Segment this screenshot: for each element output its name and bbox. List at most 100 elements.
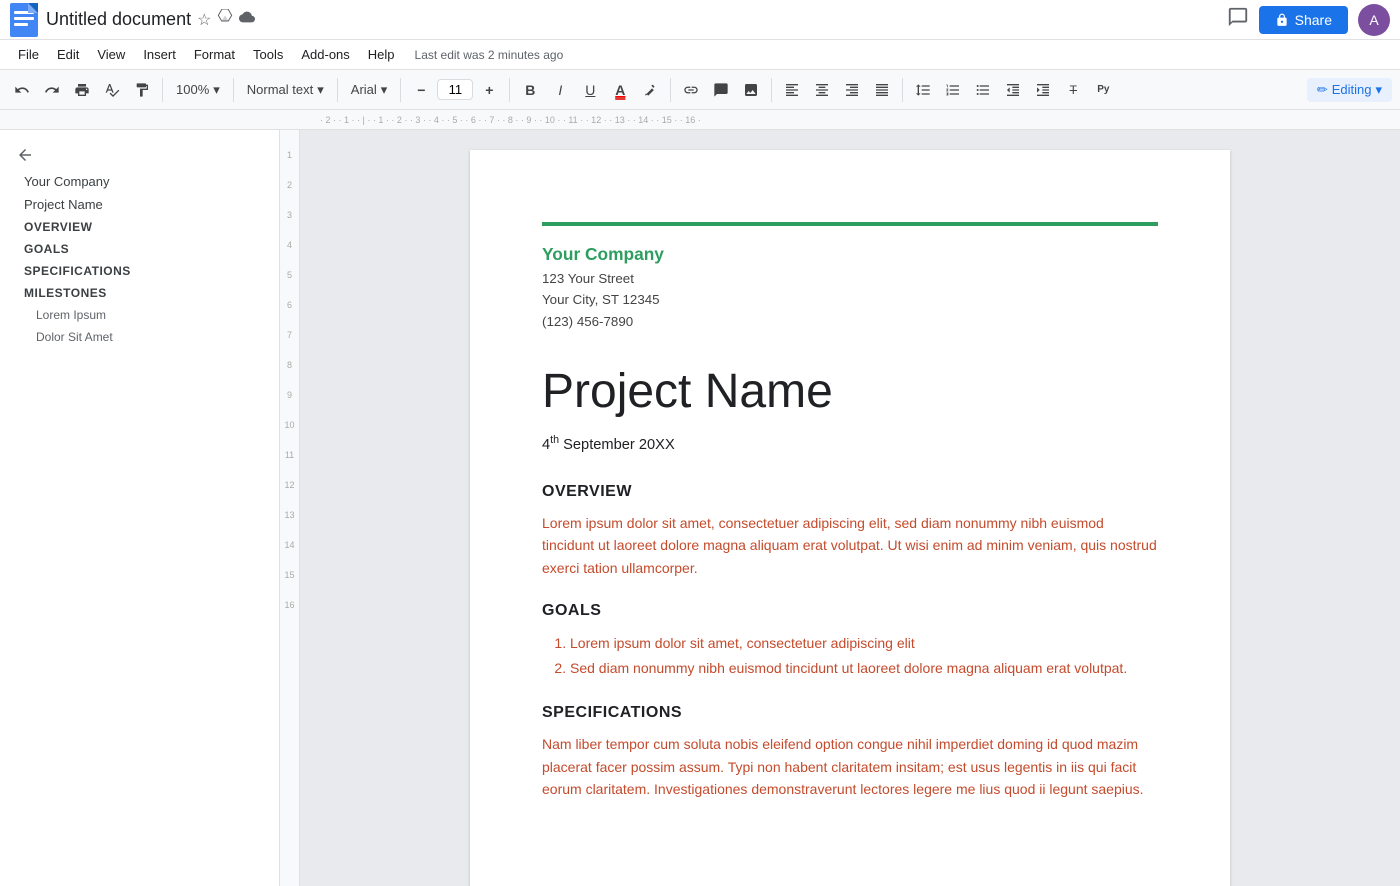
vertical-ruler: 1 2 3 4 5 6 7 8 9 10 11 12 13 14 15 16 <box>280 130 300 886</box>
spell-check-button[interactable] <box>98 76 126 104</box>
bold-button[interactable]: B <box>516 76 544 104</box>
menu-tools[interactable]: Tools <box>245 43 291 66</box>
menu-file[interactable]: File <box>10 43 47 66</box>
text-color-button[interactable]: A <box>606 76 634 104</box>
menu-bar: File Edit View Insert Format Tools Add-o… <box>0 40 1400 70</box>
menu-help[interactable]: Help <box>360 43 403 66</box>
title-bar: Untitled document ☆ Share A <box>0 0 1400 40</box>
ruler: · 2 · · 1 · · | · · 1 · · 2 · · 3 · · 4 … <box>0 110 1400 130</box>
sidebar-item-overview[interactable]: OVERVIEW <box>0 216 279 238</box>
sidebar-back-button[interactable] <box>0 140 279 170</box>
document-area[interactable]: Your Company 123 Your Street Your City, … <box>300 130 1400 886</box>
project-title: Project Name <box>542 356 1158 428</box>
menu-format[interactable]: Format <box>186 43 243 66</box>
align-center-button[interactable] <box>808 76 836 104</box>
sidebar: Your Company Project Name OVERVIEW GOALS… <box>0 130 280 886</box>
specifications-heading: SPECIFICATIONS <box>542 701 1158 725</box>
paint-format-button[interactable] <box>128 76 156 104</box>
sidebar-item-dolor-sit-amet[interactable]: Dolor Sit Amet <box>0 326 279 348</box>
overview-text: Lorem ipsum dolor sit amet, consectetuer… <box>542 512 1158 579</box>
share-label: Share <box>1295 12 1332 28</box>
insert-comment-button[interactable] <box>707 76 735 104</box>
share-button[interactable]: Share <box>1259 6 1348 34</box>
goals-heading: GOALS <box>542 599 1158 623</box>
clear-format-button[interactable]: T <box>1059 76 1087 104</box>
company-header: Your Company 123 Your Street Your City, … <box>542 242 1158 332</box>
font-value: Arial <box>351 82 377 97</box>
toolbar: 100% ▾ Normal text ▾ Arial ▾ − + B I U A <box>0 70 1400 110</box>
numbered-list-button[interactable] <box>939 76 967 104</box>
line-spacing-button[interactable] <box>909 76 937 104</box>
decrease-indent-button[interactable] <box>999 76 1027 104</box>
font-size-input[interactable] <box>437 79 473 100</box>
zoom-dropdown[interactable]: 100% ▾ <box>169 79 227 101</box>
italic-button[interactable]: I <box>546 76 574 104</box>
increase-indent-button[interactable] <box>1029 76 1057 104</box>
sidebar-item-company[interactable]: Your Company <box>0 170 279 193</box>
sidebar-item-project[interactable]: Project Name <box>0 193 279 216</box>
document-page[interactable]: Your Company 123 Your Street Your City, … <box>470 150 1230 886</box>
insert-image-button[interactable] <box>737 76 765 104</box>
editing-label: Editing <box>1332 82 1372 97</box>
company-name: Your Company <box>542 242 1158 268</box>
lock-icon <box>1275 13 1289 27</box>
toolbar-separator-7 <box>771 78 772 102</box>
toolbar-separator-1 <box>162 78 163 102</box>
sidebar-item-milestones[interactable]: MILESTONES <box>0 282 279 304</box>
project-date: 4th September 20XX <box>542 432 1158 456</box>
goals-item-1: Lorem ipsum dolor sit amet, consectetuer… <box>570 631 1158 656</box>
python-button[interactable]: Py <box>1089 76 1117 104</box>
font-size-minus-button[interactable]: − <box>407 76 435 104</box>
redo-button[interactable] <box>38 76 66 104</box>
print-button[interactable] <box>68 76 96 104</box>
bulleted-list-button[interactable] <box>969 76 997 104</box>
align-right-button[interactable] <box>838 76 866 104</box>
chevron-down-icon-2: ▾ <box>317 82 324 98</box>
user-avatar[interactable]: A <box>1358 4 1390 36</box>
underline-button[interactable]: U <box>576 76 604 104</box>
menu-addons[interactable]: Add-ons <box>293 43 357 66</box>
chevron-down-icon-3: ▾ <box>381 82 388 98</box>
sidebar-item-goals[interactable]: GOALS <box>0 238 279 260</box>
header-green-line <box>542 222 1158 226</box>
company-city: Your City, ST 12345 <box>542 289 1158 310</box>
company-phone: (123) 456-7890 <box>542 311 1158 332</box>
star-icon[interactable]: ☆ <box>197 10 211 30</box>
insert-link-button[interactable] <box>677 76 705 104</box>
menu-edit[interactable]: Edit <box>49 43 87 66</box>
company-street: 123 Your Street <box>542 268 1158 289</box>
menu-insert[interactable]: Insert <box>135 43 184 66</box>
document-title[interactable]: Untitled document <box>46 9 191 30</box>
overview-heading: OVERVIEW <box>542 480 1158 504</box>
chat-icon[interactable] <box>1227 6 1249 34</box>
zoom-value: 100% <box>176 82 209 97</box>
align-left-button[interactable] <box>778 76 806 104</box>
specifications-text: Nam liber tempor cum soluta nobis eleife… <box>542 733 1158 800</box>
toolbar-separator-8 <box>902 78 903 102</box>
main-layout: Your Company Project Name OVERVIEW GOALS… <box>0 130 1400 886</box>
chevron-down-icon: ▾ <box>213 82 220 98</box>
top-right-actions: Share A <box>1227 4 1390 36</box>
title-area: Untitled document ☆ <box>46 9 255 30</box>
text-style-dropdown[interactable]: Normal text ▾ <box>240 79 331 101</box>
goals-list: Lorem ipsum dolor sit amet, consectetuer… <box>542 631 1158 681</box>
toolbar-separator-4 <box>400 78 401 102</box>
toolbar-separator-5 <box>509 78 510 102</box>
drive-icon[interactable] <box>217 9 233 30</box>
cloud-save-icon[interactable] <box>239 9 255 30</box>
docs-logo-icon <box>10 3 38 37</box>
undo-button[interactable] <box>8 76 36 104</box>
last-edit-label: Last edit was 2 minutes ago <box>415 48 564 62</box>
editing-pencil-icon: ✏ <box>1317 82 1328 98</box>
toolbar-separator-2 <box>233 78 234 102</box>
sidebar-item-specifications[interactable]: SPECIFICATIONS <box>0 260 279 282</box>
font-dropdown[interactable]: Arial ▾ <box>344 79 395 101</box>
highlight-button[interactable] <box>636 76 664 104</box>
editing-mode-dropdown[interactable]: ✏ Editing ▾ <box>1307 78 1392 102</box>
font-size-plus-button[interactable]: + <box>475 76 503 104</box>
sidebar-item-lorem-ipsum[interactable]: Lorem Ipsum <box>0 304 279 326</box>
menu-view[interactable]: View <box>89 43 133 66</box>
align-justify-button[interactable] <box>868 76 896 104</box>
toolbar-separator-3 <box>337 78 338 102</box>
chevron-down-icon-editing: ▾ <box>1375 82 1382 98</box>
